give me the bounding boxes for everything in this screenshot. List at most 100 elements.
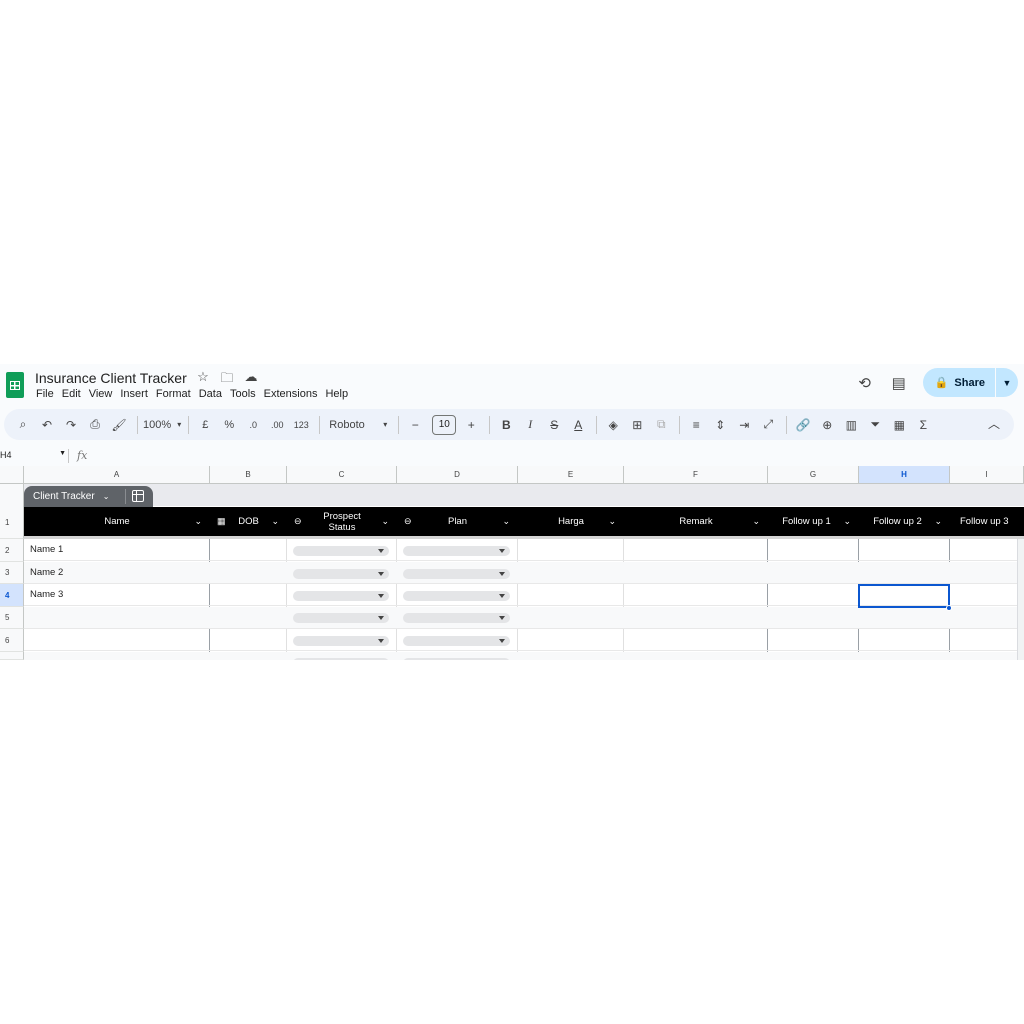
plan-dropdown[interactable] <box>403 613 510 623</box>
table-name-tab[interactable]: Client Tracker ⌄ <box>24 486 153 507</box>
fill-handle[interactable] <box>946 605 952 611</box>
column-header-c[interactable]: C <box>287 466 397 484</box>
row-header-4[interactable]: 4 <box>0 584 24 607</box>
vertical-align-icon[interactable]: ⇕ <box>709 414 731 436</box>
share-button[interactable]: 🔒 Share ▼ <box>922 368 1018 397</box>
merge-cells-icon[interactable]: ⧉ <box>650 414 672 436</box>
column-header-e[interactable]: E <box>518 466 624 484</box>
vertical-scrollbar[interactable] <box>1017 539 1024 660</box>
search-menus-icon[interactable]: ⌕ <box>12 414 34 436</box>
column-header-d[interactable]: D <box>397 466 518 484</box>
header-remark-dropdown-icon[interactable]: ⌄ <box>752 516 760 527</box>
table-menu-chevron-icon[interactable]: ⌄ <box>103 492 110 501</box>
cell-a3[interactable]: Name 2 <box>30 567 63 578</box>
row-header-5[interactable]: 5 <box>0 607 24 629</box>
font-select[interactable]: Roboto ▾ <box>325 414 391 436</box>
font-size-input[interactable]: 10 <box>432 414 457 435</box>
row-header-6[interactable]: 6 <box>0 629 24 652</box>
menu-format[interactable]: Format <box>152 388 195 400</box>
header-name[interactable]: Name ⌄ <box>24 507 210 536</box>
menu-extensions[interactable]: Extensions <box>260 388 322 400</box>
plan-dropdown[interactable] <box>403 569 510 579</box>
increase-font-size-icon[interactable]: + <box>460 414 482 436</box>
redo-icon[interactable]: ↷ <box>60 414 82 436</box>
column-header-f[interactable]: F <box>624 466 768 484</box>
decrease-decimal-button[interactable]: .0 <box>242 414 264 436</box>
share-dropdown-icon[interactable]: ▼ <box>996 378 1018 388</box>
header-plan-dropdown-icon[interactable]: ⌄ <box>502 516 510 527</box>
version-history-icon[interactable]: ⟲ <box>855 373 875 393</box>
spreadsheet-grid[interactable]: A B C D E F G H I Client Tracker ⌄ 1 2 3… <box>0 466 1024 660</box>
plan-dropdown[interactable] <box>403 658 510 660</box>
increase-decimal-button[interactable]: .00 <box>266 414 288 436</box>
insert-comment-icon[interactable]: ⊕ <box>816 414 838 436</box>
menu-insert[interactable]: Insert <box>116 388 152 400</box>
header-follow-up-3[interactable]: Follow up 3 <box>950 507 1024 536</box>
insert-chart-icon[interactable]: ▥ <box>840 414 862 436</box>
sheets-logo-icon[interactable] <box>6 372 24 398</box>
header-follow-up-2-dropdown-icon[interactable]: ⌄ <box>934 516 942 527</box>
plan-dropdown[interactable] <box>403 591 510 601</box>
menu-data[interactable]: Data <box>195 388 226 400</box>
filter-icon[interactable]: ⏷ <box>864 414 886 436</box>
header-follow-up-2[interactable]: Follow up 2 ⌄ <box>859 507 950 536</box>
text-color-icon[interactable]: A <box>567 414 589 436</box>
undo-icon[interactable]: ↶ <box>36 414 58 436</box>
prospect-status-dropdown[interactable] <box>293 569 389 579</box>
text-rotation-icon[interactable]: ⤢ <box>757 414 779 436</box>
header-prospect-status[interactable]: ⊖ Prospect Status ⌄ <box>287 507 397 536</box>
menu-file[interactable]: File <box>36 388 58 400</box>
prospect-status-dropdown[interactable] <box>293 636 389 646</box>
percent-format-button[interactable]: % <box>218 414 240 436</box>
bold-icon[interactable]: B <box>495 414 517 436</box>
selected-cell-h4[interactable] <box>858 584 950 608</box>
text-wrapping-icon[interactable]: ⇥ <box>733 414 755 436</box>
plan-dropdown[interactable] <box>403 636 510 646</box>
header-harga[interactable]: Harga ⌄ <box>518 507 624 536</box>
table-view-icon[interactable] <box>132 490 144 502</box>
row-header-2[interactable]: 2 <box>0 539 24 562</box>
print-icon[interactable]: ⎙ <box>84 414 106 436</box>
plan-dropdown[interactable] <box>403 546 510 556</box>
insert-link-icon[interactable]: 🔗 <box>792 414 814 436</box>
prospect-status-dropdown[interactable] <box>293 613 389 623</box>
name-box-dropdown-icon[interactable]: ▼ <box>59 450 66 460</box>
header-dob[interactable]: ▦ DOB ⌄ <box>210 507 287 536</box>
name-box[interactable]: H4 ▼ <box>0 450 66 460</box>
select-all-corner[interactable] <box>0 466 24 484</box>
currency-format-button[interactable]: £ <box>194 414 216 436</box>
header-remark[interactable]: Remark ⌄ <box>624 507 768 536</box>
functions-icon[interactable]: Σ <box>912 414 934 436</box>
cell-a4[interactable]: Name 3 <box>30 589 63 600</box>
prospect-status-dropdown[interactable] <box>293 658 389 660</box>
menu-help[interactable]: Help <box>321 388 352 400</box>
italic-icon[interactable]: I <box>519 414 541 436</box>
header-follow-up-1-dropdown-icon[interactable]: ⌄ <box>843 516 851 527</box>
menu-edit[interactable]: Edit <box>58 388 85 400</box>
zoom-select[interactable]: 100% ▾ <box>143 414 181 436</box>
menu-view[interactable]: View <box>85 388 117 400</box>
filter-views-icon[interactable]: ▦ <box>888 414 910 436</box>
fill-color-icon[interactable]: ◈ <box>602 414 624 436</box>
header-follow-up-1[interactable]: Follow up 1 ⌄ <box>768 507 859 536</box>
prospect-status-dropdown[interactable] <box>293 591 389 601</box>
cell-a2[interactable]: Name 1 <box>30 544 63 555</box>
collapse-toolbar-icon[interactable]: ︿ <box>988 415 1000 432</box>
borders-icon[interactable]: ⊞ <box>626 414 648 436</box>
header-dob-dropdown-icon[interactable]: ⌄ <box>271 516 279 527</box>
strikethrough-icon[interactable]: S <box>543 414 565 436</box>
decrease-font-size-icon[interactable]: − <box>404 414 426 436</box>
column-header-h[interactable]: H <box>859 466 950 484</box>
column-header-i[interactable]: I <box>950 466 1024 484</box>
document-title[interactable]: Insurance Client Tracker <box>35 370 187 386</box>
row-header-7[interactable] <box>0 652 24 660</box>
paint-format-icon[interactable]: 🖌 <box>108 414 130 436</box>
header-prospect-status-dropdown-icon[interactable]: ⌄ <box>381 516 389 527</box>
column-header-g[interactable]: G <box>768 466 859 484</box>
more-formats-button[interactable]: 123 <box>290 414 312 436</box>
header-plan[interactable]: ⊖ Plan ⌄ <box>397 507 518 536</box>
column-header-a[interactable]: A <box>24 466 210 484</box>
comments-icon[interactable]: ▤ <box>889 373 909 393</box>
horizontal-align-icon[interactable]: ≡ <box>685 414 707 436</box>
header-name-dropdown-icon[interactable]: ⌄ <box>194 516 202 527</box>
